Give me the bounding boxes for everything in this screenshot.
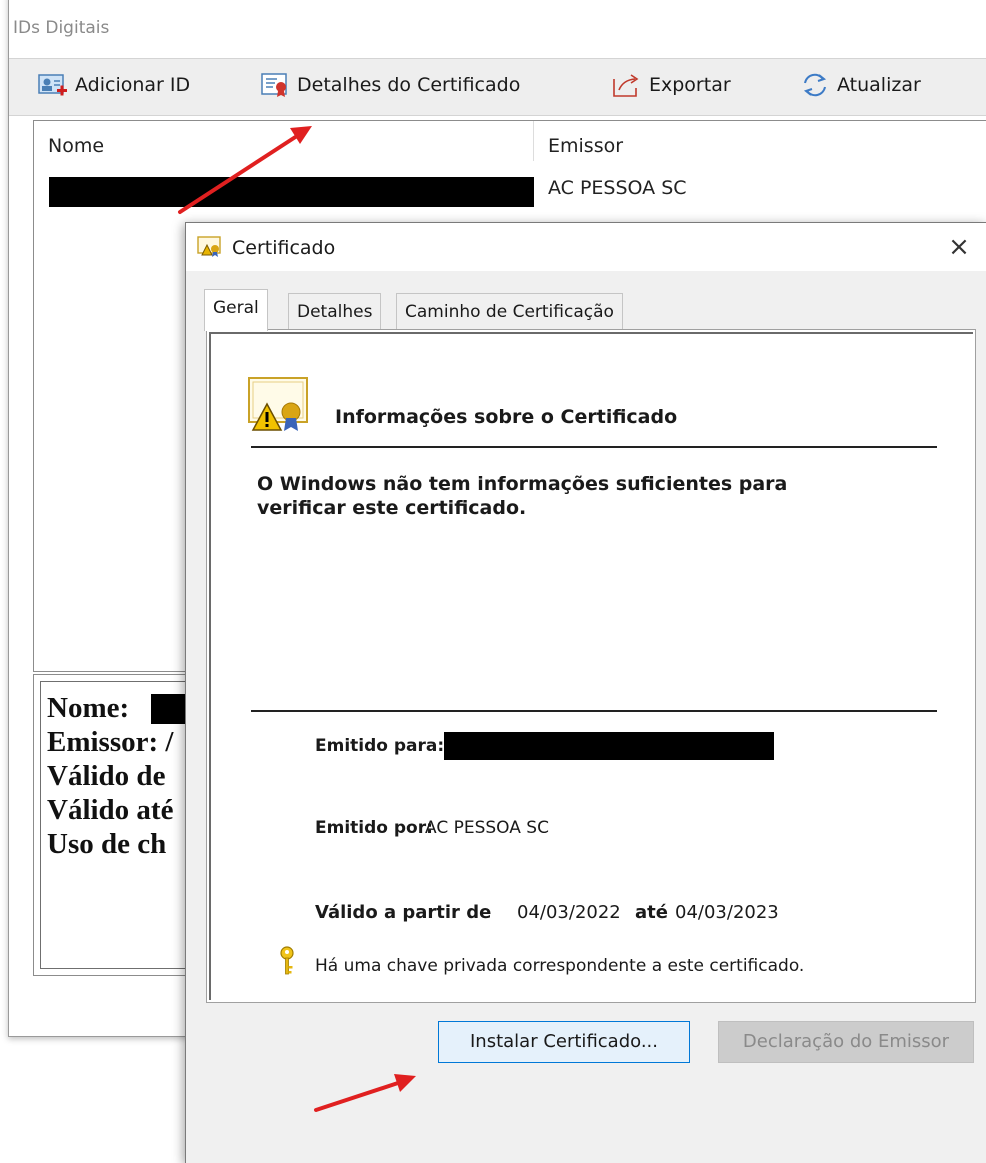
redacted-name[interactable]: [49, 177, 534, 207]
detail-valid-from: Válido de: [47, 760, 166, 792]
export-icon: [611, 71, 643, 99]
valid-from-label: Válido a partir de: [315, 902, 492, 923]
column-divider[interactable]: [533, 121, 534, 161]
key-icon: [277, 946, 297, 982]
detail-valid-to: Válido até: [47, 794, 174, 826]
cert-details-label: Detalhes do Certificado: [297, 74, 521, 96]
issuer-statement-button: Declaração do Emissor: [718, 1021, 974, 1063]
general-panel: Informações sobre o Certificado O Window…: [206, 329, 976, 1003]
divider: [251, 446, 937, 448]
column-header-issuer[interactable]: Emissor: [548, 135, 623, 157]
detail-issuer: Emissor: /: [47, 726, 174, 758]
close-icon[interactable]: ×: [941, 229, 977, 265]
issued-to-label: Emitido para:: [315, 736, 445, 756]
redacted-issued-to: [444, 732, 774, 760]
detail-name: Nome:: [47, 692, 130, 724]
general-panel-inner: Informações sobre o Certificado O Window…: [209, 332, 973, 1000]
tab-detalhes[interactable]: Detalhes: [288, 293, 382, 330]
private-key-note: Há uma chave privada correspondente a es…: [315, 956, 805, 976]
detail-key-usage: Uso de ch: [47, 828, 167, 860]
cert-details-button[interactable]: Detalhes do Certificado: [259, 71, 520, 99]
divider: [251, 710, 937, 712]
issued-by-value: AC PESSOA SC: [425, 818, 549, 838]
toolbar: Adicionar ID Detalhes do Certificado Exp…: [9, 58, 986, 116]
refresh-label: Atualizar: [837, 74, 921, 96]
column-header-name[interactable]: Nome: [48, 135, 104, 157]
warning-text: O Windows não tem informações suficiente…: [257, 473, 788, 519]
valid-from-value: 04/03/2022: [517, 902, 621, 923]
dialog-titlebar[interactable]: Certificado ×: [186, 223, 986, 271]
tab-caminho[interactable]: Caminho de Certificação: [396, 293, 623, 330]
issued-by-label: Emitido por:: [315, 818, 433, 838]
certificate-warning-icon: [245, 374, 311, 438]
tab-geral[interactable]: Geral: [204, 289, 268, 331]
valid-to-value: 04/03/2023: [675, 902, 779, 923]
add-id-icon: [37, 71, 69, 99]
dialog-title: Certificado: [232, 237, 336, 259]
certificate-details-icon: [259, 71, 291, 99]
export-button[interactable]: Exportar: [611, 71, 731, 99]
refresh-button[interactable]: Atualizar: [799, 71, 921, 99]
info-heading: Informações sobre o Certificado: [335, 406, 678, 428]
add-id-button[interactable]: Adicionar ID: [37, 71, 190, 99]
certificate-dialog: Certificado × Geral Detalhes Caminho de …: [185, 222, 986, 1163]
row-issuer[interactable]: AC PESSOA SC: [548, 177, 687, 199]
export-label: Exportar: [649, 74, 731, 96]
certificate-icon: [196, 235, 224, 263]
window-title: IDs Digitais: [13, 18, 110, 38]
add-id-label: Adicionar ID: [75, 74, 191, 96]
install-certificate-button[interactable]: Instalar Certificado...: [438, 1021, 690, 1063]
valid-to-label: até: [635, 902, 668, 923]
refresh-icon: [799, 71, 831, 99]
